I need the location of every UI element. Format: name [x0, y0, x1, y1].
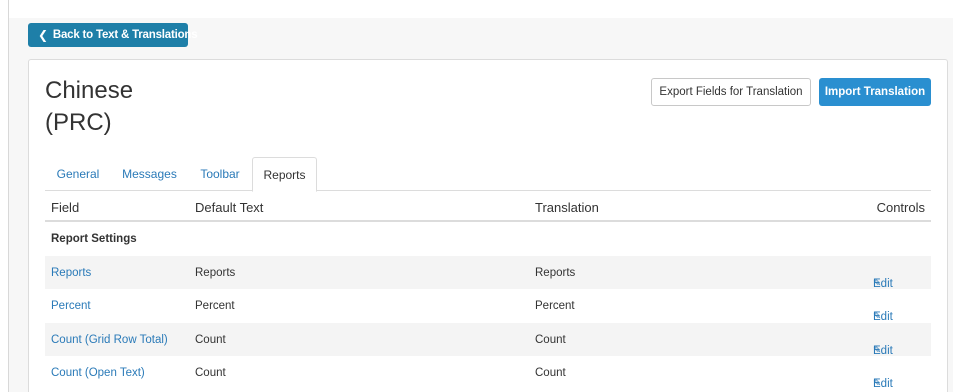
field-link[interactable]: Count (Grid Row Total) — [51, 334, 168, 346]
edit-label: Edit — [873, 378, 893, 390]
tab-bar: General Messages Toolbar Reports — [45, 157, 931, 192]
tab-messages[interactable]: Messages — [111, 157, 188, 191]
field-link[interactable]: Percent — [51, 300, 91, 312]
header-default-text: Default Text — [195, 200, 264, 215]
translation-cell: Reports — [535, 266, 576, 279]
default-text-cell: Count — [195, 333, 226, 346]
tab-reports[interactable]: Reports — [252, 157, 317, 192]
field-link[interactable]: Reports — [51, 267, 91, 279]
back-to-text-translations-button[interactable]: ❮ Back to Text & Translations — [28, 23, 198, 47]
edit-label: Edit — [873, 311, 893, 323]
back-button-label: Back to Text & Translations — [52, 29, 198, 41]
translation-cell: Percent — [535, 300, 575, 312]
edit-label: Edit — [873, 344, 893, 357]
default-text-cell: Count — [195, 367, 226, 379]
export-fields-button[interactable]: Export Fields for Translation — [651, 78, 811, 106]
table-row: Percent Percent Percent ✎ Edit — [45, 289, 931, 323]
section-row: Report Settings — [45, 222, 931, 256]
chevron-left-icon: ❮ — [38, 28, 48, 42]
translation-table: Field Default Text Translation Controls … — [45, 191, 931, 390]
translation-cell: Count — [535, 367, 566, 379]
header-controls: Controls — [876, 200, 925, 215]
top-band — [9, 0, 953, 18]
tab-general[interactable]: General — [45, 157, 111, 191]
edit-label: Edit — [873, 277, 893, 290]
page-title: Chinese (PRC) — [45, 77, 134, 136]
translation-panel: Chinese (PRC) Export Fields for Translat… — [28, 59, 948, 392]
section-label: Report Settings — [51, 233, 137, 245]
import-translation-button[interactable]: Import Translation — [819, 78, 931, 106]
header-translation: Translation — [535, 200, 599, 215]
tab-toolbar[interactable]: Toolbar — [188, 157, 252, 191]
translation-cell: Count — [535, 333, 566, 346]
table-row: Count (Grid Row Total) Count Count ✎ Edit — [45, 322, 931, 357]
field-link[interactable]: Count (Open Text) — [51, 367, 145, 379]
header-field: Field — [51, 200, 80, 215]
default-text-cell: Reports — [195, 266, 236, 279]
table-row: Count (Open Text) Count Count ✎ Edit — [45, 356, 931, 390]
table-row: Reports Reports Reports ✎ Edit — [45, 255, 931, 290]
table-header: Field Default Text Translation Controls — [45, 191, 931, 222]
default-text-cell: Percent — [195, 300, 235, 312]
